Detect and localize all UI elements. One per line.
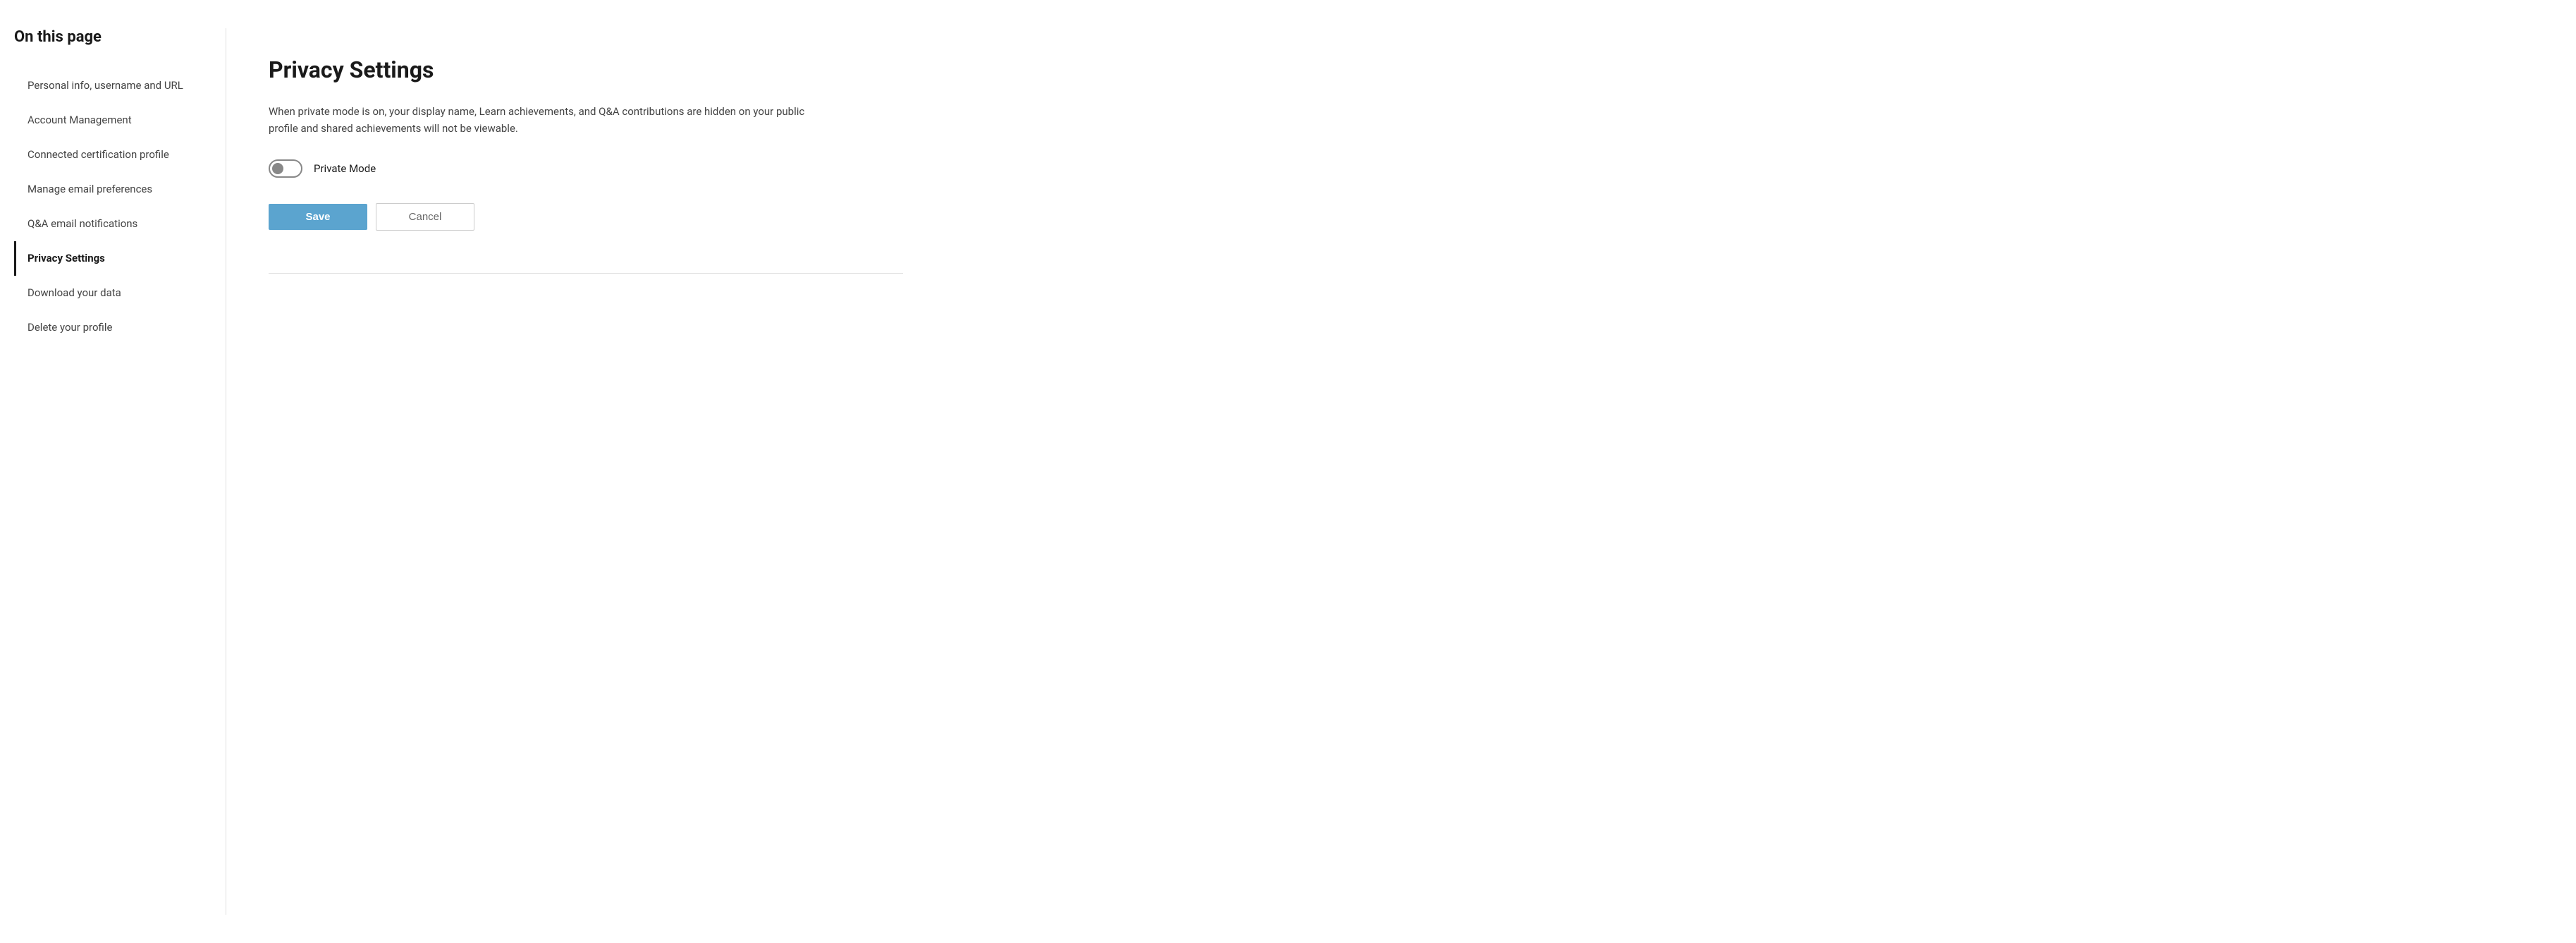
sidebar-item-download-data[interactable]: Download your data bbox=[14, 276, 197, 310]
sidebar-heading: On this page bbox=[14, 28, 197, 46]
toggle-label: Private Mode bbox=[314, 162, 376, 175]
sidebar-nav: Personal info, username and URLAccount M… bbox=[14, 68, 197, 345]
sidebar-item-privacy-settings[interactable]: Privacy Settings bbox=[14, 241, 197, 276]
toggle-row: Private Mode bbox=[269, 159, 903, 178]
main-content: Privacy Settings When private mode is on… bbox=[226, 28, 973, 915]
private-mode-toggle[interactable] bbox=[269, 159, 302, 178]
sidebar-item-account-management[interactable]: Account Management bbox=[14, 103, 197, 138]
sidebar-item-manage-email[interactable]: Manage email preferences bbox=[14, 172, 197, 207]
page-container: On this page Personal info, username and… bbox=[0, 0, 987, 943]
sidebar-item-delete-profile[interactable]: Delete your profile bbox=[14, 310, 197, 345]
toggle-track bbox=[269, 159, 302, 178]
sidebar: On this page Personal info, username and… bbox=[14, 28, 226, 915]
privacy-settings-section: Privacy Settings When private mode is on… bbox=[269, 28, 903, 274]
cancel-button[interactable]: Cancel bbox=[376, 203, 474, 231]
sidebar-item-personal-info[interactable]: Personal info, username and URL bbox=[14, 68, 197, 103]
section-description: When private mode is on, your display na… bbox=[269, 103, 818, 137]
sidebar-item-qa-email[interactable]: Q&A email notifications bbox=[14, 207, 197, 241]
button-row: Save Cancel bbox=[269, 203, 903, 231]
toggle-thumb bbox=[272, 163, 283, 174]
save-button[interactable]: Save bbox=[269, 204, 367, 230]
sidebar-item-connected-certification[interactable]: Connected certification profile bbox=[14, 138, 197, 172]
section-title: Privacy Settings bbox=[269, 56, 903, 83]
